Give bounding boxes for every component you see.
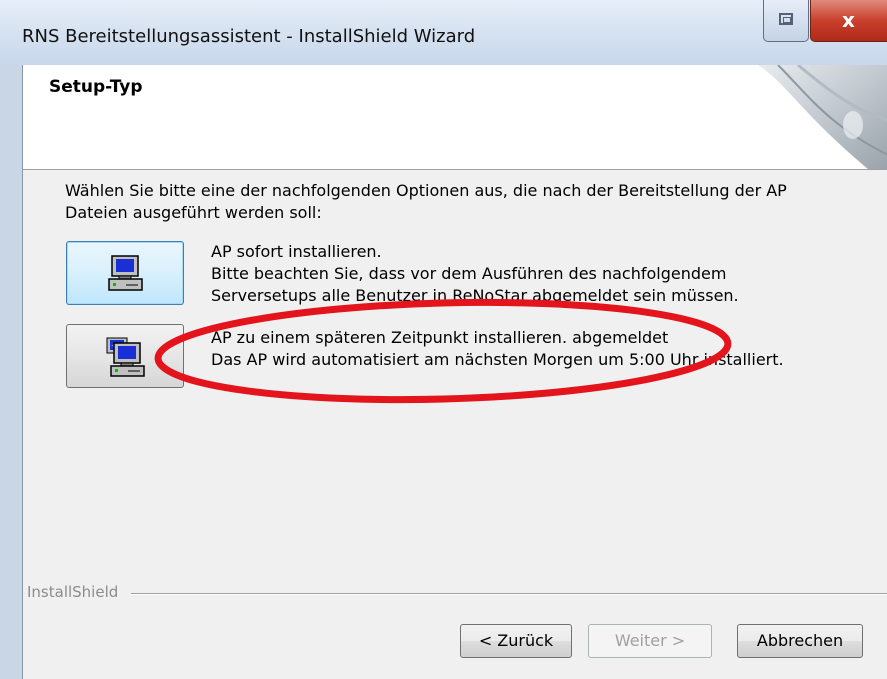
title-bar[interactable]: RNS Bereitstellungsassistent - InstallSh…: [0, 0, 887, 65]
cancel-button[interactable]: Abbrechen: [737, 624, 863, 658]
close-button[interactable]: x: [810, 0, 887, 42]
footer-divider: [131, 593, 887, 595]
install-now-button[interactable]: [66, 241, 184, 305]
option-line: Bitte beachten Sie, dass vor dem Ausführ…: [211, 264, 727, 283]
option-install-now-text: AP sofort installieren. Bitte beachten S…: [211, 241, 739, 307]
scheduled-computer-icon: +#: [106, 337, 145, 377]
option-line: Das AP wird automatisiert am nächsten Mo…: [211, 350, 784, 369]
option-line: AP sofort installieren.: [211, 242, 382, 261]
installshield-brand: InstallShield: [27, 583, 119, 601]
computer-icon: [108, 255, 143, 291]
option-install-later-text: AP zu einem späteren Zeitpunkt installie…: [211, 327, 784, 371]
page-title: Setup-Typ: [49, 77, 143, 97]
header-band: Setup-Typ: [23, 65, 887, 170]
wizard-window: RNS Bereitstellungsassistent - InstallSh…: [0, 0, 887, 679]
option-line: Serversetups alle Benutzer in ReNoStar a…: [211, 286, 739, 305]
installshield-face-graphic: [758, 65, 887, 169]
dialog-client-area: Setup-Typ Wählen Sie bitte eine der nach…: [22, 65, 887, 679]
next-button[interactable]: Weiter >: [588, 624, 712, 658]
close-icon: x: [842, 8, 855, 32]
intro-text: Wählen Sie bitte eine der nachfolgenden …: [65, 180, 855, 224]
back-button[interactable]: < Zurück: [460, 624, 572, 658]
install-later-button[interactable]: +#: [66, 324, 184, 388]
window-title: RNS Bereitstellungsassistent - InstallSh…: [22, 26, 476, 47]
option-line: AP zu einem späteren Zeitpunkt installie…: [211, 328, 669, 347]
restore-button[interactable]: [763, 0, 809, 42]
intro-line: Wählen Sie bitte eine der nachfolgenden …: [65, 181, 787, 200]
restore-icon: [779, 13, 793, 25]
intro-line: Dateien ausgeführt werden soll:: [65, 203, 322, 222]
